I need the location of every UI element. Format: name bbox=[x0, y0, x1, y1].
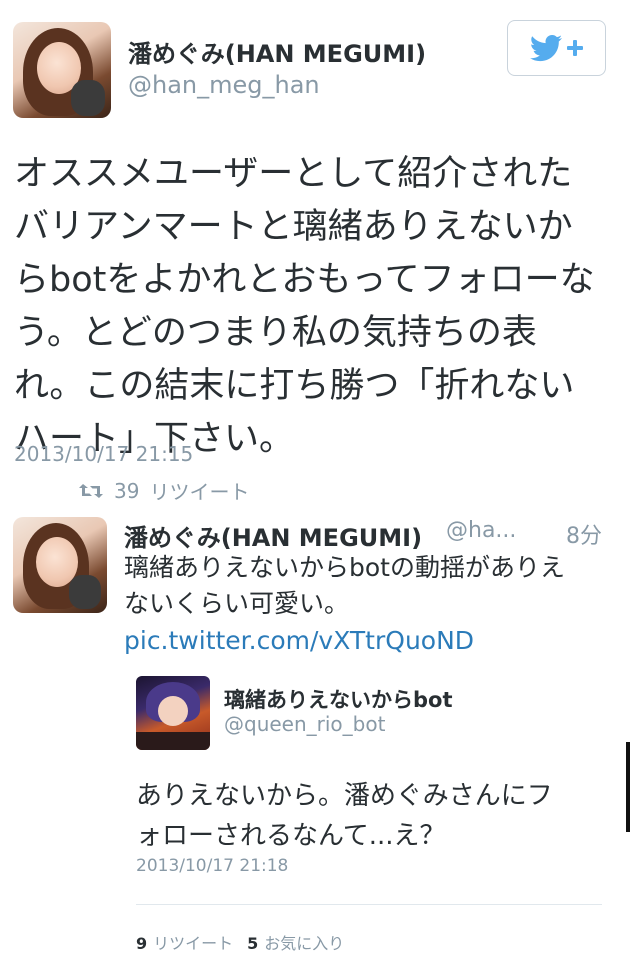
avatar-plush-toy bbox=[69, 575, 101, 609]
quoted-author-name[interactable]: 璃緒ありえないからbot bbox=[224, 684, 453, 714]
quoted-text: ありえないから。潘めぐみさんにフ ォローされるなんて...え？ bbox=[136, 776, 596, 856]
avatar-plush-toy bbox=[71, 80, 105, 116]
avatar-face bbox=[158, 696, 188, 726]
quoted-tweet-card[interactable]: 璃緒ありえないからbot @queen_rio_bot ありえないから。潘めぐみ… bbox=[124, 660, 604, 960]
author-handle[interactable]: @han_meg_han bbox=[128, 71, 320, 99]
author-avatar[interactable] bbox=[13, 22, 111, 118]
reply-text-line: 璃緒ありえないからbotの動揺がありえ bbox=[124, 553, 565, 582]
reply-author-avatar[interactable] bbox=[13, 517, 107, 613]
quoted-stats[interactable]: 9 リツイート 5 お気に入り bbox=[136, 930, 344, 954]
quoted-author-avatar[interactable] bbox=[136, 676, 210, 750]
quoted-favorite-count: 5 bbox=[247, 934, 259, 953]
quoted-retweet-count: 9 bbox=[136, 934, 148, 953]
reply-author-name[interactable]: 潘めぐみ(HAN MEGUMI) bbox=[124, 518, 422, 553]
quoted-favorite-label: お気に入り bbox=[264, 934, 345, 953]
tweet-timestamp[interactable]: 2013/10/17 21:15 bbox=[14, 442, 193, 466]
tweet-text-line: れ。この結末に打ち勝つ「折れない bbox=[14, 366, 575, 406]
quoted-author-handle[interactable]: @queen_rio_bot bbox=[224, 712, 385, 736]
quoted-retweet-label: リツイート bbox=[153, 934, 234, 953]
retweet-stats[interactable]: 39 リツイート bbox=[78, 476, 249, 505]
quoted-text-line: ありえないから。潘めぐみさんにフ bbox=[136, 781, 553, 811]
quoted-text-line: ォローされるなんて...え？ bbox=[136, 821, 446, 851]
retweet-label: リツイート bbox=[149, 480, 250, 504]
follow-button[interactable] bbox=[507, 20, 606, 76]
quoted-timestamp[interactable]: 2013/10/17 21:18 bbox=[136, 856, 288, 876]
reply-time-ago: 8分 bbox=[566, 524, 602, 549]
tweet-text-line: う。とどのつまり私の気持ちの表 bbox=[14, 313, 537, 353]
reply-media-link[interactable]: pic.twitter.com/vXTtrQuoND bbox=[124, 626, 594, 655]
author-name[interactable]: 潘めぐみ(HAN MEGUMI) bbox=[128, 34, 426, 69]
reply-author-handle[interactable]: @ha... bbox=[446, 518, 516, 543]
scroll-indicator bbox=[626, 742, 630, 832]
tweet-text-line: バリアンマートと璃緒ありえないか bbox=[14, 207, 573, 247]
reply-text: 璃緒ありえないからbotの動揺がありえ ないくらい可愛い。 pic.twitte… bbox=[124, 550, 594, 655]
reply-text-line: ないくらい可愛い。 bbox=[124, 589, 350, 618]
avatar-caption-strip bbox=[136, 732, 210, 750]
twitter-bird-plus-icon bbox=[529, 35, 583, 62]
tweet-text: オススメユーザーとして紹介された バリアンマートと璃緒ありえないか らbotをよ… bbox=[14, 148, 614, 466]
tweet-text-line: オススメユーザーとして紹介された bbox=[14, 154, 573, 194]
retweet-count: 39 bbox=[114, 478, 140, 503]
divider bbox=[136, 904, 602, 905]
retweet-icon bbox=[79, 483, 103, 498]
tweet-text-line: らbotをよかれとおもってフォローな bbox=[14, 260, 595, 300]
